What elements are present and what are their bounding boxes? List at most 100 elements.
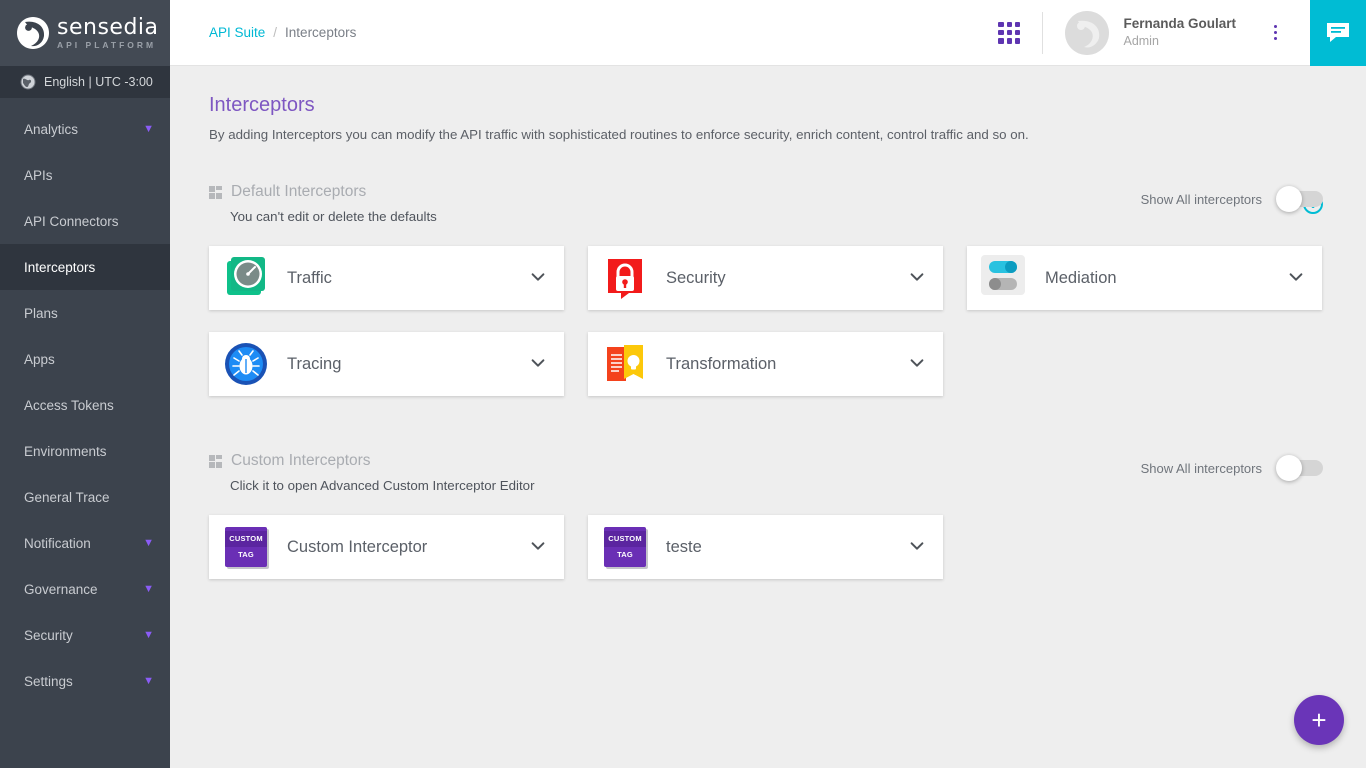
- sidebar-item-label: Analytics: [24, 122, 78, 137]
- interceptor-card-label: Custom Interceptor: [287, 538, 427, 557]
- sensedia-logo-icon: [16, 16, 50, 50]
- interceptor-card-mediation[interactable]: Mediation: [967, 246, 1322, 310]
- interceptor-card-label: Tracing: [287, 355, 341, 374]
- breadcrumb-separator: /: [273, 25, 277, 40]
- interceptor-card-security[interactable]: Security: [588, 246, 943, 310]
- sidebar-item-label: API Connectors: [24, 214, 119, 229]
- sidebar-item-apis[interactable]: APIs: [0, 152, 170, 198]
- chevron-down-icon[interactable]: [1287, 268, 1305, 289]
- sidebar-item-label: Environments: [24, 444, 107, 459]
- page-content: Interceptors By adding Interceptors you …: [170, 66, 1366, 768]
- sidebar-item-general-trace[interactable]: General Trace: [0, 474, 170, 520]
- custom-tag-line1: CUSTOM: [604, 531, 646, 547]
- sidebar-item-label: Apps: [24, 352, 55, 367]
- sidebar-item-label: Access Tokens: [24, 398, 114, 413]
- topbar-right: Fernanda Goulart Admin: [998, 0, 1366, 66]
- avatar[interactable]: [1065, 11, 1109, 55]
- grid-squares-icon: [209, 455, 222, 468]
- custom-tag-icon: CUSTOM TAG: [602, 525, 648, 569]
- interceptor-card-transformation[interactable]: Transformation: [588, 332, 943, 396]
- traffic-gauge-icon: [223, 255, 269, 301]
- custom-show-all-toggle[interactable]: [1279, 460, 1323, 476]
- add-interceptor-fab[interactable]: +: [1294, 695, 1344, 745]
- chat-icon[interactable]: [1310, 0, 1366, 66]
- sidebar-nav: Analytics ▼ APIs API Connectors Intercep…: [0, 98, 170, 768]
- sidebar-item-environments[interactable]: Environments: [0, 428, 170, 474]
- custom-interceptor-cards: CUSTOM TAG Custom Interceptor CUSTOM: [209, 515, 1326, 579]
- default-interceptors-section: Default Interceptors You can't edit or d…: [209, 183, 1326, 396]
- sidebar-item-apps[interactable]: Apps: [0, 336, 170, 382]
- chevron-down-icon[interactable]: [908, 268, 926, 289]
- custom-show-all-toggle-wrap: Show All interceptors: [1141, 460, 1323, 476]
- chevron-down-icon: ▼: [143, 584, 154, 595]
- default-show-all-toggle-wrap: Show All interceptors: [1141, 191, 1323, 207]
- chevron-down-icon[interactable]: [908, 537, 926, 558]
- chevron-down-icon[interactable]: [529, 354, 547, 375]
- custom-tag-icon: CUSTOM TAG: [223, 525, 269, 569]
- interceptor-card-custom-interceptor[interactable]: CUSTOM TAG Custom Interceptor: [209, 515, 564, 579]
- sidebar-item-label: Security: [24, 628, 73, 643]
- sidebar-item-label: Governance: [24, 582, 98, 597]
- default-section-subtitle: You can't edit or delete the defaults: [230, 209, 1326, 224]
- sidebar-item-interceptors[interactable]: Interceptors: [0, 244, 170, 290]
- sidebar-item-analytics[interactable]: Analytics ▼: [0, 106, 170, 152]
- sidebar-item-governance[interactable]: Governance ▼: [0, 566, 170, 612]
- user-role: Admin: [1123, 33, 1236, 50]
- topbar-divider: [1042, 12, 1043, 54]
- default-toggle-label: Show All interceptors: [1141, 192, 1262, 207]
- page-description: By adding Interceptors you can modify th…: [209, 127, 1326, 142]
- sidebar-item-label: Settings: [24, 674, 73, 689]
- interceptor-card-traffic[interactable]: Traffic: [209, 246, 564, 310]
- chevron-down-icon[interactable]: [908, 354, 926, 375]
- breadcrumb-root-link[interactable]: API Suite: [209, 25, 265, 40]
- sidebar-item-label: Notification: [24, 536, 91, 551]
- chevron-down-icon: ▼: [143, 538, 154, 549]
- sidebar-item-label: APIs: [24, 168, 53, 183]
- sidebar-item-plans[interactable]: Plans: [0, 290, 170, 336]
- sidebar-item-label: Interceptors: [24, 260, 95, 275]
- mediation-toggle-icon: [981, 255, 1027, 301]
- custom-tag-line2: TAG: [225, 547, 267, 563]
- custom-section-title: Custom Interceptors: [231, 452, 371, 470]
- interceptor-card-label: Mediation: [1045, 269, 1117, 288]
- brand-subtitle: API PLATFORM: [57, 41, 159, 50]
- interceptor-card-label: teste: [666, 538, 702, 557]
- toggle-knob: [1276, 455, 1302, 481]
- more-vertical-icon[interactable]: [1262, 25, 1288, 40]
- default-interceptor-cards: Traffic: [209, 246, 1326, 396]
- default-show-all-toggle[interactable]: [1279, 191, 1323, 207]
- sidebar-item-notification[interactable]: Notification ▼: [0, 520, 170, 566]
- sidebar: sensedia API PLATFORM English | UTC -3:0…: [0, 0, 170, 768]
- default-section-title: Default Interceptors: [231, 183, 366, 201]
- custom-tag-line1: CUSTOM: [225, 531, 267, 547]
- brand-logo-area[interactable]: sensedia API PLATFORM: [0, 0, 170, 66]
- locale-label: English | UTC -3:00: [44, 75, 153, 89]
- grid-squares-icon: [209, 186, 222, 199]
- page-title: Interceptors: [209, 94, 1326, 117]
- custom-tag-line2: TAG: [604, 547, 646, 563]
- sidebar-item-access-tokens[interactable]: Access Tokens: [0, 382, 170, 428]
- interceptor-card-tracing[interactable]: Tracing: [209, 332, 564, 396]
- chevron-down-icon[interactable]: [529, 537, 547, 558]
- plus-icon: +: [1311, 705, 1326, 736]
- topbar: API Suite / Interceptors: [170, 0, 1366, 66]
- chevron-down-icon[interactable]: [529, 268, 547, 289]
- interceptor-card-label: Security: [666, 269, 726, 288]
- user-info[interactable]: Fernanda Goulart Admin: [1123, 15, 1236, 50]
- interceptor-card-teste[interactable]: CUSTOM TAG teste: [588, 515, 943, 579]
- app-root: sensedia API PLATFORM English | UTC -3:0…: [0, 0, 1366, 768]
- sidebar-item-security[interactable]: Security ▼: [0, 612, 170, 658]
- tracing-bug-icon: [223, 341, 269, 387]
- chevron-down-icon: ▼: [143, 124, 154, 135]
- custom-section-subtitle: Click it to open Advanced Custom Interce…: [230, 478, 1326, 493]
- interceptor-card-label: Transformation: [666, 355, 776, 374]
- brand-text: sensedia API PLATFORM: [57, 17, 159, 50]
- main-area: API Suite / Interceptors: [170, 0, 1366, 768]
- chevron-down-icon: ▼: [143, 630, 154, 641]
- sidebar-item-settings[interactable]: Settings ▼: [0, 658, 170, 704]
- apps-grid-icon[interactable]: [998, 22, 1020, 44]
- sidebar-item-api-connectors[interactable]: API Connectors: [0, 198, 170, 244]
- locale-bar[interactable]: English | UTC -3:00: [0, 66, 170, 98]
- chevron-down-icon: ▼: [143, 676, 154, 687]
- sidebar-item-label: Plans: [24, 306, 58, 321]
